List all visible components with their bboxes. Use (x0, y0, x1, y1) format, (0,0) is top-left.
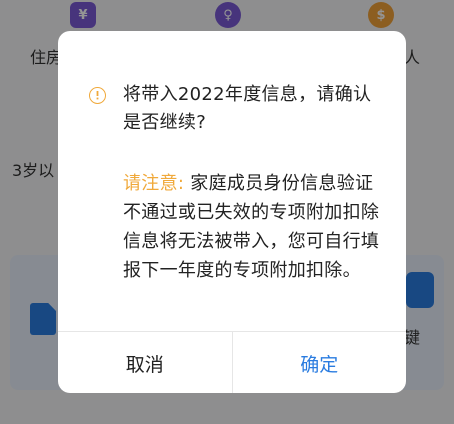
cancel-button[interactable]: 取消 (58, 332, 233, 393)
note-label: 请注意: (123, 173, 185, 194)
confirm-button[interactable]: 确定 (233, 332, 407, 393)
dialog-message: 将带入2022年度信息，请确认是否继续? (123, 84, 372, 133)
confirm-dialog: 将带入2022年度信息，请确认是否继续? 请注意: 家庭成员身份信息验证不通过或… (58, 31, 406, 393)
dialog-note: 请注意: 家庭成员身份信息验证不通过或已失效的专项附加扣除信息将无法被带入，您可… (123, 169, 389, 285)
dialog-body: 将带入2022年度信息，请确认是否继续? 请注意: 家庭成员身份信息验证不通过或… (58, 31, 406, 331)
warning-circle-icon (89, 87, 106, 104)
dialog-button-row: 取消 确定 (58, 331, 406, 393)
